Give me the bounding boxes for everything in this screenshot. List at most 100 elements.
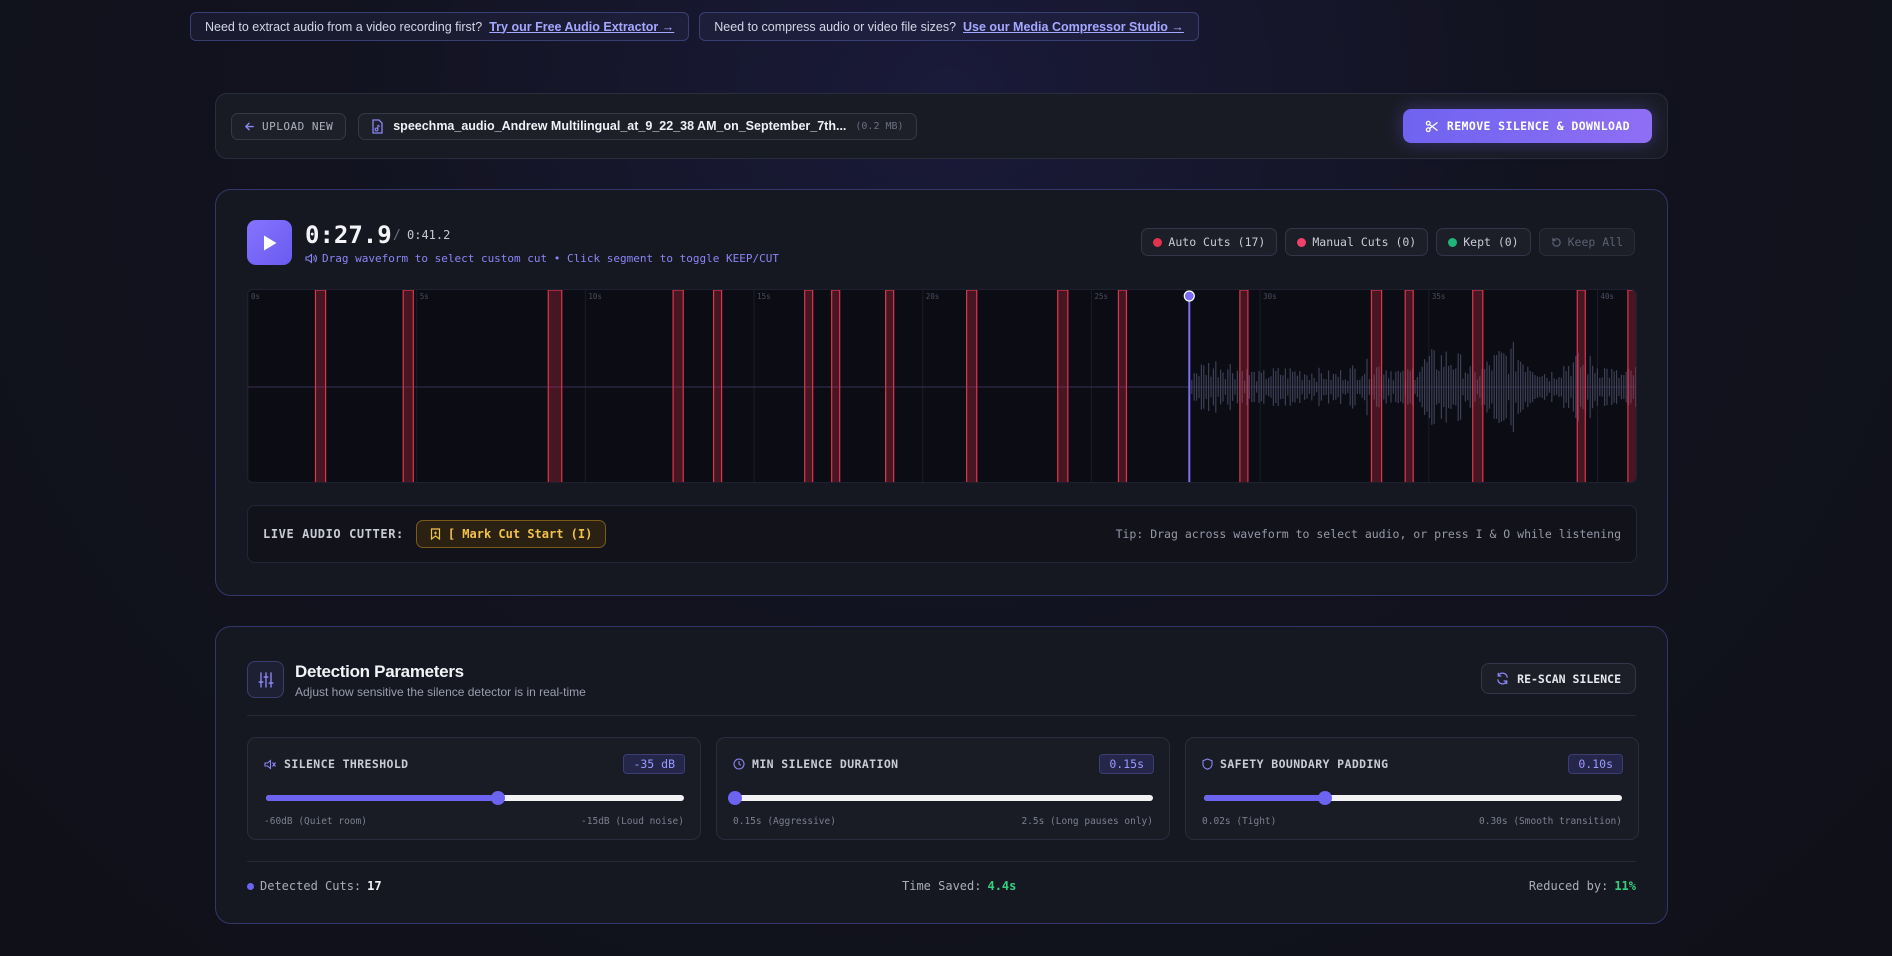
cut-region — [1239, 290, 1249, 482]
safety-padding-slider[interactable] — [1204, 791, 1622, 805]
detection-subtitle: Adjust how sensitive the silence detecto… — [295, 685, 586, 699]
cut-region — [1370, 290, 1383, 482]
manual-cuts-dot — [1297, 237, 1307, 247]
safety-padding-value: 0.10s — [1568, 754, 1623, 774]
slider-max-label: 0.30s (Smooth transition) — [1479, 816, 1622, 827]
cut-region — [672, 290, 684, 482]
rescan-silence-button[interactable]: RE-SCAN SILENCE — [1481, 663, 1636, 694]
play-icon — [263, 235, 276, 250]
time-tick-label: 35s — [1432, 292, 1446, 301]
upload-new-label: UPLOAD NEW — [262, 119, 334, 133]
time-tick-label: 0s — [251, 292, 260, 301]
audio-file-icon — [372, 118, 383, 134]
playhead-handle — [1183, 290, 1195, 302]
auto-cuts-label: Auto Cuts (17) — [1168, 235, 1266, 249]
file-name: speechma_audio_Andrew Multilingual_at_9_… — [393, 119, 847, 133]
keep-all-button[interactable]: Keep All — [1538, 228, 1635, 256]
slider-fill — [1204, 795, 1326, 801]
time-tick-label: 5s — [420, 292, 429, 301]
remove-silence-download-button[interactable]: REMOVE SILENCE & DOWNLOAD — [1402, 109, 1652, 143]
remove-silence-label: REMOVE SILENCE & DOWNLOAD — [1446, 119, 1630, 133]
media-compressor-link[interactable]: Use our Media Compressor Studio → — [963, 20, 1184, 34]
sliders-icon — [247, 661, 284, 698]
manual-cuts-chip[interactable]: Manual Cuts (0) — [1285, 228, 1429, 256]
file-size: (0.2 MB) — [855, 120, 904, 132]
audio-extractor-link[interactable]: Try our Free Audio Extractor → — [489, 20, 674, 34]
current-time: 0:27.9 — [305, 221, 392, 249]
slider-min-label: 0.02s (Tight) — [1202, 816, 1277, 827]
cutter-label: LIVE AUDIO CUTTER: — [263, 527, 404, 541]
cut-region — [804, 290, 814, 482]
detected-cuts-value: 17 — [367, 879, 382, 893]
mark-cut-start-button[interactable]: [ Mark Cut Start (I) — [415, 520, 607, 548]
detected-cuts-stat: Detected Cuts: 17 — [247, 879, 382, 893]
slider-min-label: 0.15s (Aggressive) — [733, 816, 836, 827]
reduced-by-value: 11% — [1614, 879, 1636, 893]
cut-filter-chips: Auto Cuts (17) Manual Cuts (0) Kept (0) … — [1141, 228, 1635, 256]
slider-max-label: -15dB (Loud noise) — [581, 816, 684, 827]
cut-region — [547, 290, 563, 482]
param-title: MIN SILENCE DURATION — [733, 757, 898, 771]
waveform-canvas[interactable]: 0s 5s 10s 15s 20s 25s 30s 35s 40s — [248, 290, 1637, 483]
cut-region — [1627, 290, 1636, 482]
cut-region — [1117, 290, 1128, 482]
time-separator: / — [393, 228, 401, 243]
promo-row: Need to extract audio from a video recor… — [190, 12, 1199, 41]
arrow-left-icon — [245, 122, 254, 130]
time-tick-label: 20s — [926, 292, 940, 301]
silence-threshold-slider[interactable] — [266, 791, 684, 805]
silence-threshold-label: SILENCE THRESHOLD — [284, 757, 409, 771]
time-tick-label: 25s — [1094, 292, 1108, 301]
promo-audio-extractor: Need to extract audio from a video recor… — [190, 12, 690, 41]
slider-fill — [266, 795, 499, 801]
waveform-hint: Drag waveform to select custom cut • Cli… — [305, 252, 779, 265]
min-silence-duration-label: MIN SILENCE DURATION — [752, 757, 899, 771]
safety-padding-label: SAFETY BOUNDARY PADDING — [1220, 757, 1389, 771]
waveform[interactable]: 0s 5s 10s 15s 20s 25s 30s 35s 40s — [247, 289, 1637, 483]
divider — [247, 861, 1636, 862]
min-silence-duration-value: 0.15s — [1099, 754, 1154, 774]
promo-text: Need to compress audio or video file siz… — [714, 19, 957, 34]
time-saved-stat: Time Saved: 4.4s — [902, 879, 1016, 893]
shield-icon — [1202, 758, 1213, 770]
reset-icon — [1551, 237, 1561, 247]
live-audio-cutter: LIVE AUDIO CUTTER: [ Mark Cut Start (I) … — [247, 505, 1637, 563]
time-tick-label: 30s — [1263, 292, 1277, 301]
promo-media-compressor: Need to compress audio or video file siz… — [699, 12, 1199, 41]
silence-threshold-value: -35 dB — [623, 754, 685, 774]
cut-region — [402, 290, 414, 482]
detection-parameters-card: Detection Parameters Adjust how sensitiv… — [215, 626, 1668, 924]
status-dot — [247, 882, 254, 890]
cut-region — [885, 290, 895, 482]
reduced-by-stat: Reduced by: 11% — [1529, 879, 1636, 893]
play-button[interactable] — [247, 220, 292, 265]
slider-handle[interactable] — [491, 791, 506, 805]
cut-region — [966, 290, 978, 482]
mark-cut-label: [ Mark Cut Start (I) — [447, 527, 593, 541]
min-silence-duration-slider[interactable] — [728, 791, 1153, 805]
hint-text: Drag waveform to select custom cut • Cli… — [322, 252, 779, 265]
cut-region — [1057, 290, 1069, 482]
scissors-icon — [1425, 120, 1438, 132]
auto-cuts-dot — [1153, 237, 1163, 247]
cutter-tip: Tip: Drag across waveform to select audi… — [1115, 527, 1621, 541]
time-saved-value: 4.4s — [987, 879, 1017, 893]
clock-icon — [733, 758, 745, 770]
divider — [247, 715, 1636, 716]
param-title: SILENCE THRESHOLD — [264, 757, 409, 771]
param-title: SAFETY BOUNDARY PADDING — [1202, 757, 1388, 771]
time-saved-label: Time Saved: — [902, 879, 982, 893]
detected-cuts-label: Detected Cuts: — [260, 879, 362, 893]
upload-new-button[interactable]: UPLOAD NEW — [231, 112, 347, 140]
slider-handle[interactable] — [728, 791, 742, 805]
kept-chip[interactable]: Kept (0) — [1436, 228, 1531, 256]
time-tick-label: 10s — [588, 292, 602, 301]
reduced-by-label: Reduced by: — [1528, 879, 1609, 893]
cut-region — [1576, 290, 1586, 482]
silence-threshold-panel: SILENCE THRESHOLD -35 dB -60dB (Quiet ro… — [247, 737, 701, 840]
total-time: 0:41.2 — [407, 228, 451, 242]
auto-cuts-chip[interactable]: Auto Cuts (17) — [1141, 228, 1278, 256]
min-silence-duration-panel: MIN SILENCE DURATION 0.15s 0.15s (Aggres… — [716, 737, 1170, 840]
cut-region — [1472, 290, 1484, 482]
slider-handle[interactable] — [1318, 791, 1333, 805]
